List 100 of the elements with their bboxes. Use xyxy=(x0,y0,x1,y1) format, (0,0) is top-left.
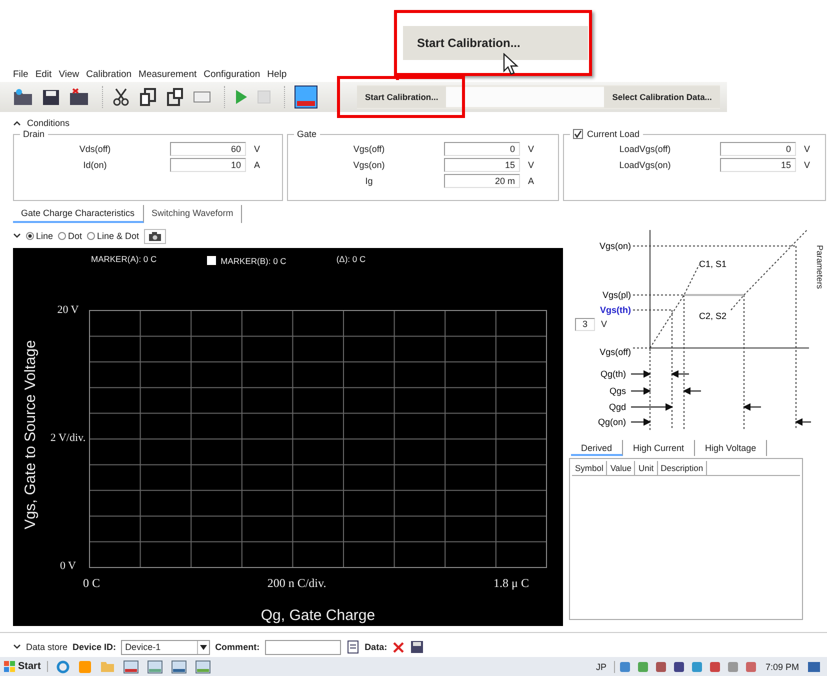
diagram-label: Vgs(pl) xyxy=(602,290,631,300)
unit-label: V xyxy=(804,144,810,154)
tray-icon[interactable] xyxy=(673,660,686,673)
menu-item[interactable]: View xyxy=(58,68,80,80)
diagram-label: C1, S1 xyxy=(699,258,727,269)
document-icon[interactable] xyxy=(346,640,360,654)
checkbox[interactable] xyxy=(206,256,216,266)
cut-icon[interactable] xyxy=(112,88,130,106)
collapse-caret-icon[interactable] xyxy=(13,120,21,126)
field-label: Vgs(off) xyxy=(352,144,386,154)
unit-label: V xyxy=(804,160,810,170)
data-label: Data: xyxy=(364,642,388,652)
unit-label: V xyxy=(254,144,260,154)
start-calibration-button[interactable]: Start Calibration... xyxy=(357,86,446,108)
radio-button[interactable]: Line & Dot xyxy=(87,231,140,242)
app-icon[interactable] xyxy=(170,660,187,674)
x-axis-title: Qg, Gate Charge xyxy=(260,606,376,624)
device-id-dropdown[interactable]: Device-1 xyxy=(121,640,210,655)
app-icon[interactable] xyxy=(122,660,139,674)
paste-icon[interactable] xyxy=(166,88,184,106)
menu-item[interactable]: Configuration xyxy=(204,68,260,80)
start-button[interactable]: Start xyxy=(4,661,48,672)
language-indicator[interactable]: JP xyxy=(596,662,606,672)
tab[interactable]: Gate Charge Characteristics xyxy=(13,204,144,223)
tab[interactable]: Switching Waveform xyxy=(144,204,242,223)
menu-item[interactable]: File xyxy=(13,68,28,80)
input-field[interactable]: 3 xyxy=(575,318,595,331)
save-icon[interactable] xyxy=(42,88,60,106)
windows-logo-icon xyxy=(4,661,16,672)
tab[interactable]: Derived xyxy=(571,440,624,456)
dropdown-caret-icon[interactable] xyxy=(13,233,21,240)
conditions-heading: Conditions xyxy=(27,118,70,128)
x-axis-label: 0 C xyxy=(83,576,100,591)
menu-item[interactable]: Calibration xyxy=(86,68,132,80)
tray-icon[interactable] xyxy=(619,660,632,673)
show-desktop-icon[interactable] xyxy=(807,660,821,673)
app-icon[interactable] xyxy=(146,660,163,674)
checkbox[interactable] xyxy=(573,129,583,140)
field-label: LoadVgs(off) xyxy=(618,144,672,154)
diagram-label: Qg(on) xyxy=(598,416,626,427)
radio-button[interactable]: Line xyxy=(26,231,54,242)
radio-button[interactable]: Dot xyxy=(58,231,82,242)
group-title: Drain xyxy=(23,129,45,140)
tray-icon[interactable] xyxy=(709,660,722,673)
column-header: Symbol xyxy=(572,460,608,475)
group-title: Gate xyxy=(297,129,317,140)
input-field[interactable]: 15 xyxy=(720,158,796,172)
select-calibration-data-button[interactable]: Select Calibration Data... xyxy=(604,86,720,108)
input-field[interactable]: 0 xyxy=(720,142,796,156)
x-axis-label: 1.8 μ C xyxy=(494,576,529,591)
input-field[interactable]: 20 m xyxy=(444,174,520,188)
column-header: Unit xyxy=(635,460,658,475)
diagram-label: Qg(th) xyxy=(600,368,626,379)
input-field[interactable]: 15 xyxy=(444,158,520,172)
tab[interactable]: High Voltage xyxy=(695,440,768,456)
diagram-label: C2, S2 xyxy=(699,310,727,321)
menu-item[interactable]: Edit xyxy=(35,68,52,80)
column-header: Description xyxy=(658,460,708,475)
field-label: Ig xyxy=(364,176,374,186)
start-calibration-button[interactable]: Start Calibration... xyxy=(403,26,588,60)
play-icon[interactable] xyxy=(234,88,248,105)
marker-a-readout: MARKER(A): 0 C xyxy=(91,254,157,266)
app-icon[interactable] xyxy=(194,660,211,674)
field-label: LoadVgs(on) xyxy=(618,160,672,170)
unit-label: V xyxy=(528,160,534,170)
side-tab[interactable]: Parameters xyxy=(815,224,825,430)
comment-label: Comment: xyxy=(215,642,260,652)
monitor-icon[interactable] xyxy=(294,84,318,109)
delta-readout: (Δ): 0 C xyxy=(336,254,366,266)
menu-item[interactable]: Help xyxy=(267,68,287,80)
diagram-label: Qgs xyxy=(609,386,626,396)
input-field[interactable]: 60 xyxy=(170,142,246,156)
device-id-label: Device ID: xyxy=(72,642,116,652)
tray-icon[interactable] xyxy=(655,660,668,673)
column-header: Value xyxy=(607,460,636,475)
comment-field[interactable] xyxy=(264,640,341,655)
dropdown-caret-icon[interactable] xyxy=(13,644,21,650)
marker-b-readout: MARKER(B): 0 C xyxy=(220,256,286,266)
menu-item[interactable]: Measurement xyxy=(138,68,197,80)
y-axis-label: 0 V xyxy=(60,560,76,572)
input-field[interactable]: 0 xyxy=(444,142,520,156)
unit-label: A xyxy=(254,160,260,170)
y-axis-title: Vgs, Gate to Source Voltage xyxy=(22,340,38,529)
delete-icon[interactable] xyxy=(392,640,406,654)
save-icon[interactable] xyxy=(410,640,424,654)
copy-icon[interactable] xyxy=(139,88,157,106)
diagram-label: Vgs(on) xyxy=(599,240,631,251)
delete-file-icon[interactable] xyxy=(69,88,89,106)
diagram-label: Qgd xyxy=(608,402,626,412)
open-folder-icon[interactable] xyxy=(13,88,33,106)
browser-icon[interactable] xyxy=(56,660,70,674)
unit-label: V xyxy=(528,144,534,154)
tab[interactable]: High Current xyxy=(623,440,696,456)
caret-icon[interactable] xyxy=(200,644,208,650)
input-field[interactable]: 10 xyxy=(170,158,246,172)
diagram-label: Vgs(off) xyxy=(600,346,631,357)
x-scale-label: 200 n C/div. xyxy=(267,576,326,591)
tray-icon[interactable] xyxy=(745,660,758,673)
camera-icon[interactable] xyxy=(144,228,166,244)
diagram-label: Vgs(th) xyxy=(600,304,631,315)
